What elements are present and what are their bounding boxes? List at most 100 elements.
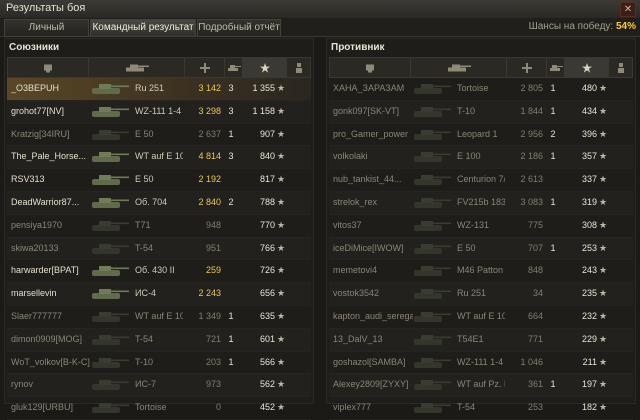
star-icon: ★	[277, 242, 286, 253]
table-row[interactable]: vostok3542 Ru 251 34 235 ★	[329, 283, 633, 306]
player-name: volkolaki	[333, 151, 368, 162]
sort-tank-button[interactable]	[410, 58, 507, 77]
damage-value: 2 192	[198, 174, 221, 185]
table-row[interactable]: pro_Gamer_power Leopard 1 2 956 2 396 ★	[329, 124, 633, 147]
xp-value: 1 355	[252, 83, 275, 93]
tank-icon	[85, 146, 135, 167]
tank-icon	[85, 374, 135, 395]
tank-icon	[407, 352, 457, 373]
vehicle-name: Об. 704	[135, 196, 168, 207]
sort-player-button[interactable]	[330, 58, 410, 77]
table-row[interactable]: vitos37 WZ-131 775 308 ★	[329, 215, 633, 238]
star-icon: ★	[599, 402, 608, 413]
tank-icon	[85, 101, 135, 122]
table-row[interactable]: ХАНА_ЗАРАЗАМ Tortoise 2 805 1 480 ★	[329, 78, 633, 101]
star-icon: ★	[277, 128, 286, 139]
table-row[interactable]: The_Pale_Horse... WT auf E 100 4 814 3 840★	[7, 146, 311, 170]
tab-detailed-report[interactable]: Подробный отчёт	[197, 19, 281, 37]
table-row[interactable]: nub_tankist_44... Centurion 7/1 2 613 337★	[329, 169, 633, 192]
star-icon: ★	[277, 151, 286, 162]
table-row[interactable]: gonk097[SK-VT] T-10 1 844 1 434 ★	[329, 100, 633, 124]
tank-icon	[407, 146, 457, 167]
table-row[interactable]: WoT_volkov[B-K-C] T-10 203 1 566 ★	[7, 352, 311, 375]
sort-damage-button[interactable]	[506, 58, 547, 77]
frags-value: 2	[228, 196, 234, 207]
sort-medal-button[interactable]	[286, 58, 311, 77]
table-row[interactable]: Alexey2809[ZYXY] WT auf Pz. IV 361 1 197★	[329, 374, 633, 398]
sort-frags-button[interactable]	[546, 58, 565, 77]
player-name: The_Pale_Horse...	[11, 151, 87, 162]
table-row[interactable]: Kratzig[34IRU] E 50 2 637 1 907 ★	[7, 124, 311, 147]
player-name: vitos37	[333, 219, 362, 230]
player-name: marsellevin	[11, 288, 57, 299]
table-row[interactable]: DeadWarrior87... Об. 704 2 840 2 788 ★	[7, 191, 311, 215]
vehicle-name: Tortoise	[135, 402, 167, 413]
frags-value: 1	[550, 151, 556, 162]
vehicle-name: Об. 430 II	[135, 265, 175, 276]
table-row[interactable]: Slaer777777 WT auf E 100 1 349 1 635★	[7, 306, 311, 329]
table-row[interactable]: skiwa20133 T-54 951 766 ★	[7, 237, 311, 261]
sort-damage-button[interactable]	[184, 58, 225, 77]
damage-value: 253	[527, 402, 543, 413]
table-row[interactable]: memetovi4 M46 Patton 848 243 ★	[329, 260, 633, 284]
allies-panel: Союзники _O3BEPUH Ru 251 3 142 3 1 355 ★ groho…	[4, 38, 314, 420]
xp-value: 452	[259, 402, 275, 413]
table-row[interactable]: gluk129[URBU] Tortoise 0 452 ★	[7, 397, 311, 420]
damage-value: 1 349	[198, 310, 221, 321]
sort-player-button[interactable]	[8, 58, 88, 77]
player-name: RSV313	[11, 174, 45, 185]
table-row[interactable]: 13_DalV_13 T54E1 771 229 ★	[329, 328, 633, 352]
table-row[interactable]: dimon0909[MOG] T-54 721 1 601 ★	[7, 328, 311, 352]
damage-value: 0	[215, 402, 221, 413]
table-row[interactable]: marsellevin ИС-4 2 243 656 ★	[7, 283, 311, 306]
xp-value: 770	[259, 219, 275, 230]
tank-icon	[85, 124, 135, 145]
tab-personal-result[interactable]: Личный результат	[4, 19, 89, 49]
player-name: strelok_rex	[333, 196, 378, 207]
tabs-bar: Личный результат Командный результат Под…	[0, 18, 640, 49]
medal-icon	[296, 62, 302, 73]
player-name: grohot77[NV]	[11, 105, 65, 116]
victory-chance-value: 54%	[615, 21, 636, 32]
sort-xp-button[interactable]	[242, 58, 287, 77]
damage-value: 3 298	[198, 105, 221, 116]
damage-value: 1 046	[520, 356, 543, 367]
frags-icon	[228, 64, 241, 71]
star-icon: ★	[599, 265, 608, 276]
sort-medal-button[interactable]	[608, 58, 633, 77]
table-row[interactable]: iceDiMice[IWOW] E 50 707 1 253 ★	[329, 237, 633, 261]
tank-icon	[407, 397, 457, 418]
frags-icon	[550, 64, 563, 71]
vehicle-name: WT auf E 100	[135, 151, 183, 162]
table-row[interactable]: harwarder[BPAT] Об. 430 II 259 726 ★	[7, 260, 311, 284]
table-row[interactable]: pensiya1970 T71 948 770 ★	[7, 215, 311, 238]
table-row[interactable]: goshazol[SAMBA] WZ-111 1-4 1 046 211 ★	[329, 352, 633, 375]
xp-value: 562	[259, 379, 275, 390]
xp-value: 308	[581, 219, 597, 230]
tank-icon	[407, 78, 457, 99]
star-icon: ★	[277, 310, 286, 321]
vehicle-name: E 50	[457, 242, 476, 253]
table-row[interactable]: strelok_rex FV215b 183 3 083 1 319 ★	[329, 191, 633, 215]
xp-value: 480	[581, 83, 597, 93]
player-name: gonk097[SK-VT]	[333, 105, 400, 116]
vehicle-name: T71	[135, 219, 151, 230]
table-row[interactable]: grohot77[NV] WZ-111 1-4 3 298 3 1 158 ★	[7, 100, 311, 124]
close-button[interactable]: ✕	[620, 2, 636, 17]
player-name: iceDiMice[IWOW]	[333, 242, 404, 253]
sort-frags-button[interactable]	[224, 58, 243, 77]
table-row[interactable]: viplex777 T-54 253 182 ★	[329, 397, 633, 420]
damage-value: 973	[205, 379, 221, 390]
sort-tank-button[interactable]	[88, 58, 185, 77]
star-icon: ★	[599, 174, 608, 185]
table-row[interactable]: RSV313 E 50 2 192 817 ★	[7, 169, 311, 192]
table-row[interactable]: rynov ИС-7 973 562 ★	[7, 374, 311, 398]
sort-xp-button[interactable]	[564, 58, 609, 77]
table-row[interactable]: kapton_audi_serega... WT auf E 100 664 232★	[329, 306, 633, 329]
xp-value: 197	[581, 379, 597, 390]
vehicle-name: Centurion 7/1	[457, 174, 505, 185]
table-row[interactable]: _O3BEPUH Ru 251 3 142 3 1 355 ★	[7, 78, 311, 101]
star-icon: ★	[599, 219, 608, 230]
tab-team-result[interactable]: Командный результат	[90, 19, 196, 37]
table-row[interactable]: volkolaki E 100 2 186 1 357 ★	[329, 146, 633, 170]
